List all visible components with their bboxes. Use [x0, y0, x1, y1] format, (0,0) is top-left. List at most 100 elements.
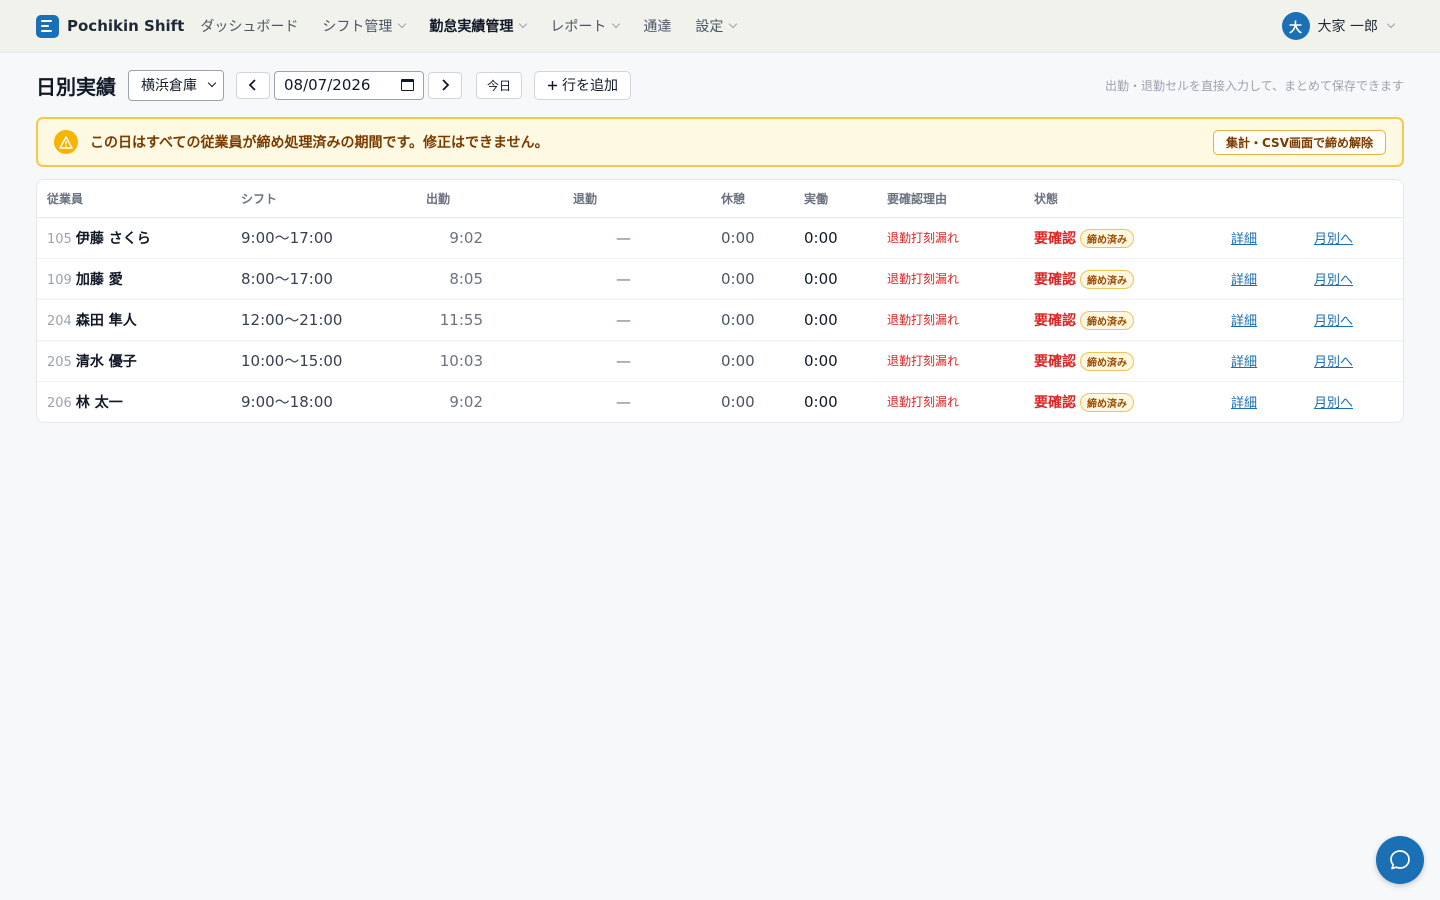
employee-cell: 206 林 太一 [37, 381, 231, 422]
nav-item-label: ダッシュボード [200, 19, 299, 35]
col-header-clock-in[interactable]: 出勤 [416, 180, 563, 218]
employee-cell: 109 加藤 愛 [37, 258, 231, 300]
break-cell: 0:00 [721, 392, 755, 411]
date-input[interactable]: 08/07/2026 [274, 70, 424, 100]
user-menu[interactable]: 大 大家 一郎 [1281, 12, 1396, 40]
actual-cell: 0:00 [794, 299, 877, 341]
break-cell: 0:00 [711, 340, 794, 382]
clock-out-cell: — [563, 299, 711, 341]
col-header-status[interactable]: 状態 [1024, 180, 1221, 218]
calendar-icon[interactable] [401, 79, 414, 91]
break-cell: 0:00 [711, 299, 794, 341]
status-cell: 要確認 締め済み [1024, 381, 1221, 422]
nav-item-reports[interactable]: レポート [550, 16, 621, 36]
next-day-button[interactable] [428, 71, 462, 99]
nav-item-label: 設定 [695, 19, 724, 35]
chevron-down-icon [398, 19, 407, 29]
monthly-link[interactable]: 月別へ [1314, 355, 1353, 370]
clock-out-cell: — [563, 258, 711, 300]
chevron-down-icon [519, 19, 528, 29]
detail-link[interactable]: 詳細 [1231, 232, 1257, 247]
monthly-link[interactable]: 月別へ [1314, 314, 1353, 329]
monthly-cell: 月別へ [1304, 381, 1403, 422]
alert-message: この日はすべての従業員が締め処理済みの期間です。修正はできません。 [90, 135, 549, 151]
clock-out-cell: — [616, 392, 631, 411]
page-title: 日別実績 [36, 74, 116, 99]
detail-link[interactable]: 詳細 [1231, 396, 1257, 411]
chevron-down-icon [207, 78, 217, 88]
top-navbar: Pochikin Shift ダッシュボード シフト管理 勤怠実績管理 レポート… [0, 0, 1440, 53]
table-row[interactable]: 205 清水 優子 10:00〜15:00 10:03 — 0:00 0:00 退… [37, 340, 1403, 382]
add-row-label: 行を追加 [562, 78, 619, 94]
detail-link[interactable]: 詳細 [1231, 355, 1257, 370]
brand[interactable]: Pochikin Shift [36, 14, 185, 38]
chevron-down-icon [729, 19, 738, 29]
main-nav: ダッシュボード シフト管理 勤怠実績管理 レポート 通達 設定 [200, 16, 738, 36]
location-select-value: 横浜倉庫 [141, 78, 197, 94]
shift-cell: 12:00〜21:00 [231, 299, 416, 341]
add-row-button[interactable]: 行を追加 [534, 70, 632, 100]
shift-cell: 9:00〜18:00 [241, 393, 333, 412]
employee-cell: 205 清水 優子 [37, 340, 231, 382]
closed-period-alert: この日はすべての従業員が締め処理済みの期間です。修正はできません。 集計・CSV… [36, 117, 1404, 167]
col-header-reason[interactable]: 要確認理由 [877, 180, 1024, 218]
nav-item-label: レポート [550, 19, 607, 35]
chevron-left-icon [248, 79, 256, 91]
col-header-clock-out[interactable]: 退勤 [563, 180, 711, 218]
col-header-detail [1221, 180, 1304, 218]
table-row[interactable]: 206 林 太一 9:00〜18:00 9:02 — 0:00 0:00 退勤打刻… [37, 381, 1403, 422]
reason-cell: 退勤打刻漏れ [877, 258, 1024, 300]
monthly-cell: 月別へ [1304, 299, 1403, 341]
location-select[interactable]: 横浜倉庫 [128, 69, 224, 101]
nav-item-shift-management[interactable]: シフト管理 [322, 16, 407, 36]
chat-button[interactable] [1376, 836, 1424, 884]
status-badge: 締め済み [1080, 269, 1134, 289]
table-row[interactable]: 204 森田 隼人 12:00〜21:00 11:55 — 0:00 0:00 退… [37, 299, 1403, 341]
detail-cell: 詳細 [1221, 299, 1304, 341]
shift-cell: 9:00〜17:00 [231, 217, 416, 259]
today-button[interactable]: 今日 [476, 71, 523, 99]
employee-name: 加藤 愛 [75, 271, 123, 288]
col-header-break[interactable]: 休憩 [711, 180, 794, 218]
employee-id: 109 [47, 272, 72, 288]
col-header-shift[interactable]: シフト [231, 180, 416, 218]
status-cell: 要確認 締め済み [1024, 340, 1221, 382]
break-cell: 0:00 [711, 258, 794, 300]
clock-in-cell: 8:05 [416, 258, 563, 300]
status-badge: 締め済み [1080, 310, 1134, 330]
detail-link[interactable]: 詳細 [1231, 314, 1257, 329]
nav-item-attendance-management[interactable]: 勤怠実績管理 [429, 16, 528, 36]
nav-item-settings[interactable]: 設定 [695, 16, 738, 36]
status-cell: 要確認 締め済み [1024, 217, 1221, 259]
reason-cell: 退勤打刻漏れ [877, 340, 1024, 382]
table-row[interactable]: 109 加藤 愛 8:00〜17:00 8:05 — 0:00 0:00 退勤打刻… [37, 258, 1403, 300]
employee-name: 林 太一 [75, 394, 123, 411]
nav-item-label: 通達 [643, 19, 672, 35]
status-cell: 要確認 締め済み [1024, 258, 1221, 300]
employee-id: 105 [47, 231, 72, 247]
clock-in-cell: 10:03 [416, 340, 563, 382]
actual-cell: 0:00 [794, 258, 877, 300]
prev-day-button[interactable] [236, 71, 270, 99]
monthly-link[interactable]: 月別へ [1314, 273, 1353, 288]
nav-item-notices[interactable]: 通達 [643, 16, 671, 36]
clock-out-cell: — [563, 217, 711, 259]
monthly-link[interactable]: 月別へ [1314, 396, 1353, 411]
chevron-down-icon [612, 19, 621, 29]
table-row[interactable]: 105 伊藤 さくら 9:00〜17:00 9:02 — 0:00 0:00 退勤… [37, 217, 1403, 259]
avatar: 大 [1281, 12, 1310, 40]
shift-cell: 8:00〜17:00 [231, 258, 416, 300]
unlock-closing-button[interactable]: 集計・CSV画面で締め解除 [1213, 129, 1386, 155]
status-text: 要確認 [1034, 312, 1076, 329]
col-header-employee[interactable]: 従業員 [37, 180, 231, 218]
nav-item-dashboard[interactable]: ダッシュボード [200, 16, 298, 36]
col-header-actual[interactable]: 実働 [794, 180, 877, 218]
clock-in-cell: 9:02 [449, 392, 483, 411]
detail-link[interactable]: 詳細 [1231, 273, 1257, 288]
status-badge: 締め済み [1080, 351, 1134, 371]
brand-name: Pochikin Shift [67, 17, 185, 35]
reason-cell: 退勤打刻漏れ [887, 395, 960, 410]
monthly-link[interactable]: 月別へ [1314, 232, 1353, 247]
col-header-monthly [1304, 180, 1403, 218]
date-input-value: 08/07/2026 [284, 76, 371, 94]
